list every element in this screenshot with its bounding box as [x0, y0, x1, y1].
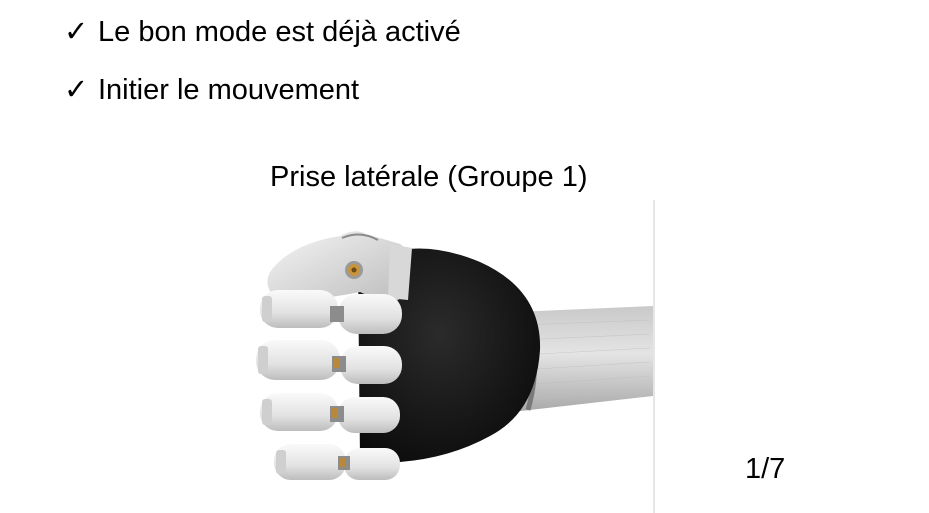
prosthetic-hand-image — [250, 200, 660, 513]
checklist-item-mode-active: ✓ Le bon mode est déjà activé — [64, 15, 461, 49]
checkmark-icon: ✓ — [64, 74, 89, 106]
page-counter: 1/7 — [745, 453, 786, 485]
checklist-item-label: Le bon mode est déjà activé — [98, 16, 461, 48]
checklist-item-label: Initier le mouvement — [98, 74, 360, 106]
slide: ✓ Le bon mode est déjà activé ✓ Initier le… — [0, 0, 929, 513]
figure-caption: Prise latérale (Groupe 1) — [270, 161, 588, 193]
checkmark-icon: ✓ — [64, 16, 89, 48]
checklist-item-initiate-movement: ✓ Initier le mouvement — [64, 73, 359, 107]
